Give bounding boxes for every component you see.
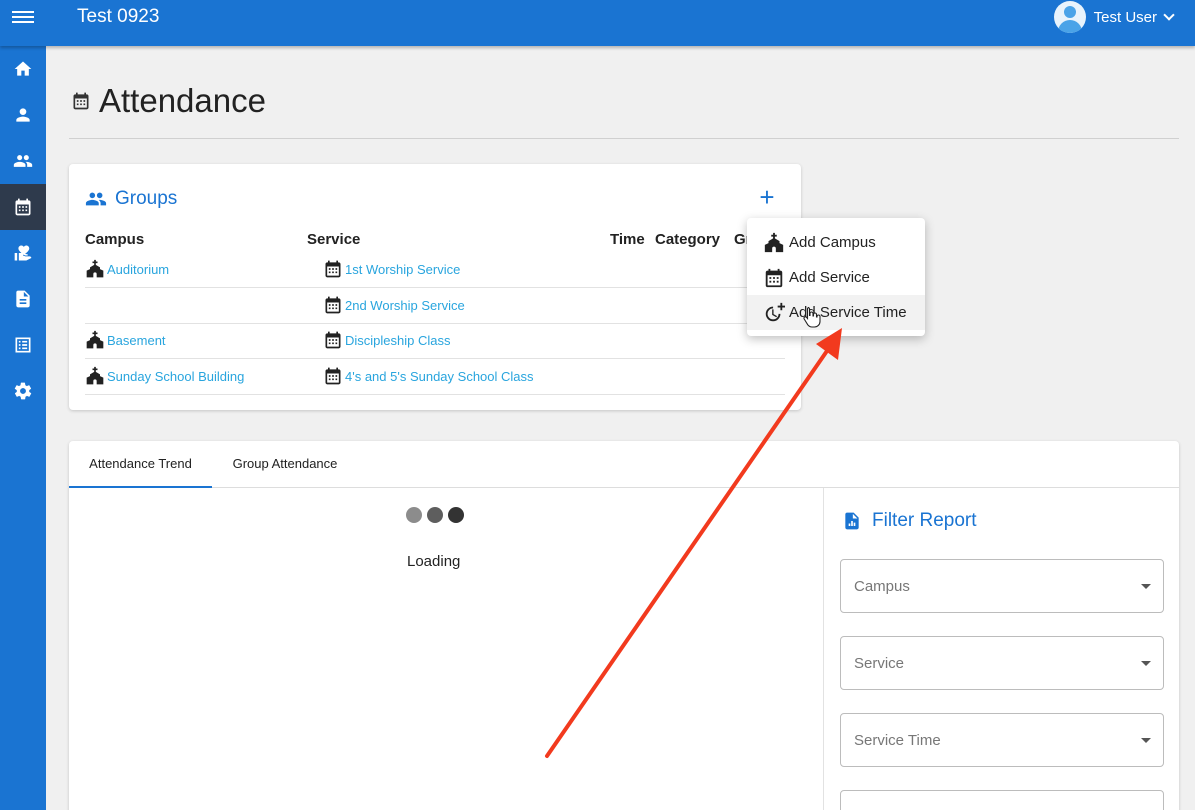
tab-attendance-trend[interactable]: Attendance Trend <box>69 441 212 488</box>
sidebar-item-attendance[interactable] <box>0 184 46 230</box>
page-title: Attendance <box>71 82 266 120</box>
calendar-icon <box>73 92 89 110</box>
hamburger-menu-icon[interactable] <box>12 8 34 28</box>
service-link[interactable]: Discipleship Class <box>345 333 450 348</box>
select-placeholder: Service <box>854 655 905 672</box>
church-icon <box>764 232 784 252</box>
hand-cursor-icon <box>803 306 821 328</box>
table-row-service[interactable]: Discipleship Class <box>323 330 450 350</box>
report-card: Attendance Trend Group Attendance Loadin… <box>69 441 1179 810</box>
top-app-bar: Test 0923 Test User <box>0 0 1195 46</box>
column-header-time: Time <box>610 231 645 248</box>
people-icon <box>85 192 107 206</box>
loading-dot <box>427 507 443 523</box>
report-tabs: Attendance Trend Group Attendance <box>69 441 1179 488</box>
title-divider <box>69 138 1179 139</box>
calendar-icon <box>765 268 783 287</box>
service-select[interactable]: Service <box>840 636 1164 690</box>
sidebar-item-groups[interactable] <box>0 138 46 184</box>
page-title-text: Attendance <box>99 82 266 119</box>
menu-item-add-campus[interactable]: Add Campus <box>747 225 925 260</box>
calendar-icon <box>325 296 341 314</box>
table-row-campus[interactable]: Basement <box>85 330 166 350</box>
row-divider <box>85 358 785 359</box>
add-button[interactable]: + <box>757 184 777 210</box>
row-divider <box>85 323 785 324</box>
tab-group-attendance[interactable]: Group Attendance <box>212 441 358 488</box>
app-title: Test 0923 <box>77 6 160 27</box>
user-name: Test User <box>1093 8 1157 26</box>
sidebar-item-forms[interactable] <box>0 276 46 322</box>
campus-select[interactable]: Campus <box>840 559 1164 613</box>
report-icon <box>845 512 859 530</box>
loading-dot <box>406 507 422 523</box>
additional-select[interactable] <box>840 790 1164 810</box>
avatar-icon <box>1053 1 1086 33</box>
service-link[interactable]: 4's and 5's Sunday School Class <box>345 369 534 384</box>
row-divider <box>85 287 785 288</box>
filter-title: Filter Report <box>872 510 977 531</box>
table-row-campus[interactable]: Sunday School Building <box>85 366 244 386</box>
calendar-icon <box>325 260 341 278</box>
menu-item-label: Add Service <box>789 269 870 286</box>
groups-title: Groups <box>115 188 178 209</box>
sidebar-item-donations[interactable] <box>0 230 46 276</box>
row-divider <box>85 394 785 395</box>
sidebar-item-home[interactable] <box>0 46 46 92</box>
people-icon <box>13 155 33 167</box>
loading-text: Loading <box>407 553 461 570</box>
dropdown-arrow-icon <box>1141 661 1151 666</box>
dropdown-arrow-icon <box>1141 584 1151 589</box>
service-time-select[interactable]: Service Time <box>840 713 1164 767</box>
campus-link[interactable]: Basement <box>107 333 166 348</box>
groups-card: Groups + Campus Service Time Category Gr… <box>69 164 801 410</box>
loading-spinner <box>406 507 464 523</box>
menu-item-label: Add Campus <box>789 234 876 251</box>
table-row-service[interactable]: 1st Worship Service <box>323 259 460 279</box>
filter-panel: Filter Report Campus Service Service Tim… <box>823 488 1179 810</box>
table-row-service[interactable]: 2nd Worship Service <box>323 295 465 315</box>
sidebar-item-settings[interactable] <box>0 368 46 414</box>
home-icon <box>14 61 32 76</box>
clock-plus-icon <box>765 302 785 321</box>
church-icon <box>86 330 104 349</box>
document-icon <box>16 290 30 308</box>
dropdown-arrow-icon <box>1141 738 1151 743</box>
filter-header: Filter Report <box>842 510 977 532</box>
user-menu[interactable]: Test User <box>1053 0 1175 34</box>
menu-item-add-service[interactable]: Add Service <box>747 260 925 295</box>
sidebar-nav <box>0 46 46 810</box>
calendar-icon <box>325 367 341 385</box>
select-placeholder: Service Time <box>854 732 941 749</box>
column-header-campus: Campus <box>85 231 145 248</box>
list-icon <box>15 337 31 353</box>
church-icon <box>86 259 104 278</box>
sidebar-item-reports[interactable] <box>0 322 46 368</box>
sidebar-item-people[interactable] <box>0 92 46 138</box>
person-icon <box>16 108 30 122</box>
campus-link[interactable]: Sunday School Building <box>107 369 244 384</box>
table-row-campus[interactable]: Auditorium <box>85 259 169 279</box>
select-placeholder: Campus <box>854 578 910 595</box>
campus-link[interactable]: Auditorium <box>107 262 169 277</box>
service-link[interactable]: 2nd Worship Service <box>345 298 465 313</box>
loading-dot <box>448 507 464 523</box>
table-row-service[interactable]: 4's and 5's Sunday School Class <box>323 366 534 386</box>
add-menu: Add Campus Add Service Add Service Time <box>747 218 925 336</box>
service-link[interactable]: 1st Worship Service <box>345 262 460 277</box>
column-header-service: Service <box>307 231 361 248</box>
chevron-down-icon <box>1163 9 1175 21</box>
calendar-icon <box>325 331 341 349</box>
column-header-category: Category <box>655 231 721 248</box>
church-icon <box>86 366 104 385</box>
groups-header: Groups <box>85 188 177 210</box>
settings-icon <box>14 382 32 400</box>
donation-icon <box>14 245 32 261</box>
calendar-icon <box>15 198 31 216</box>
menu-item-add-service-time[interactable]: Add Service Time <box>747 295 925 330</box>
